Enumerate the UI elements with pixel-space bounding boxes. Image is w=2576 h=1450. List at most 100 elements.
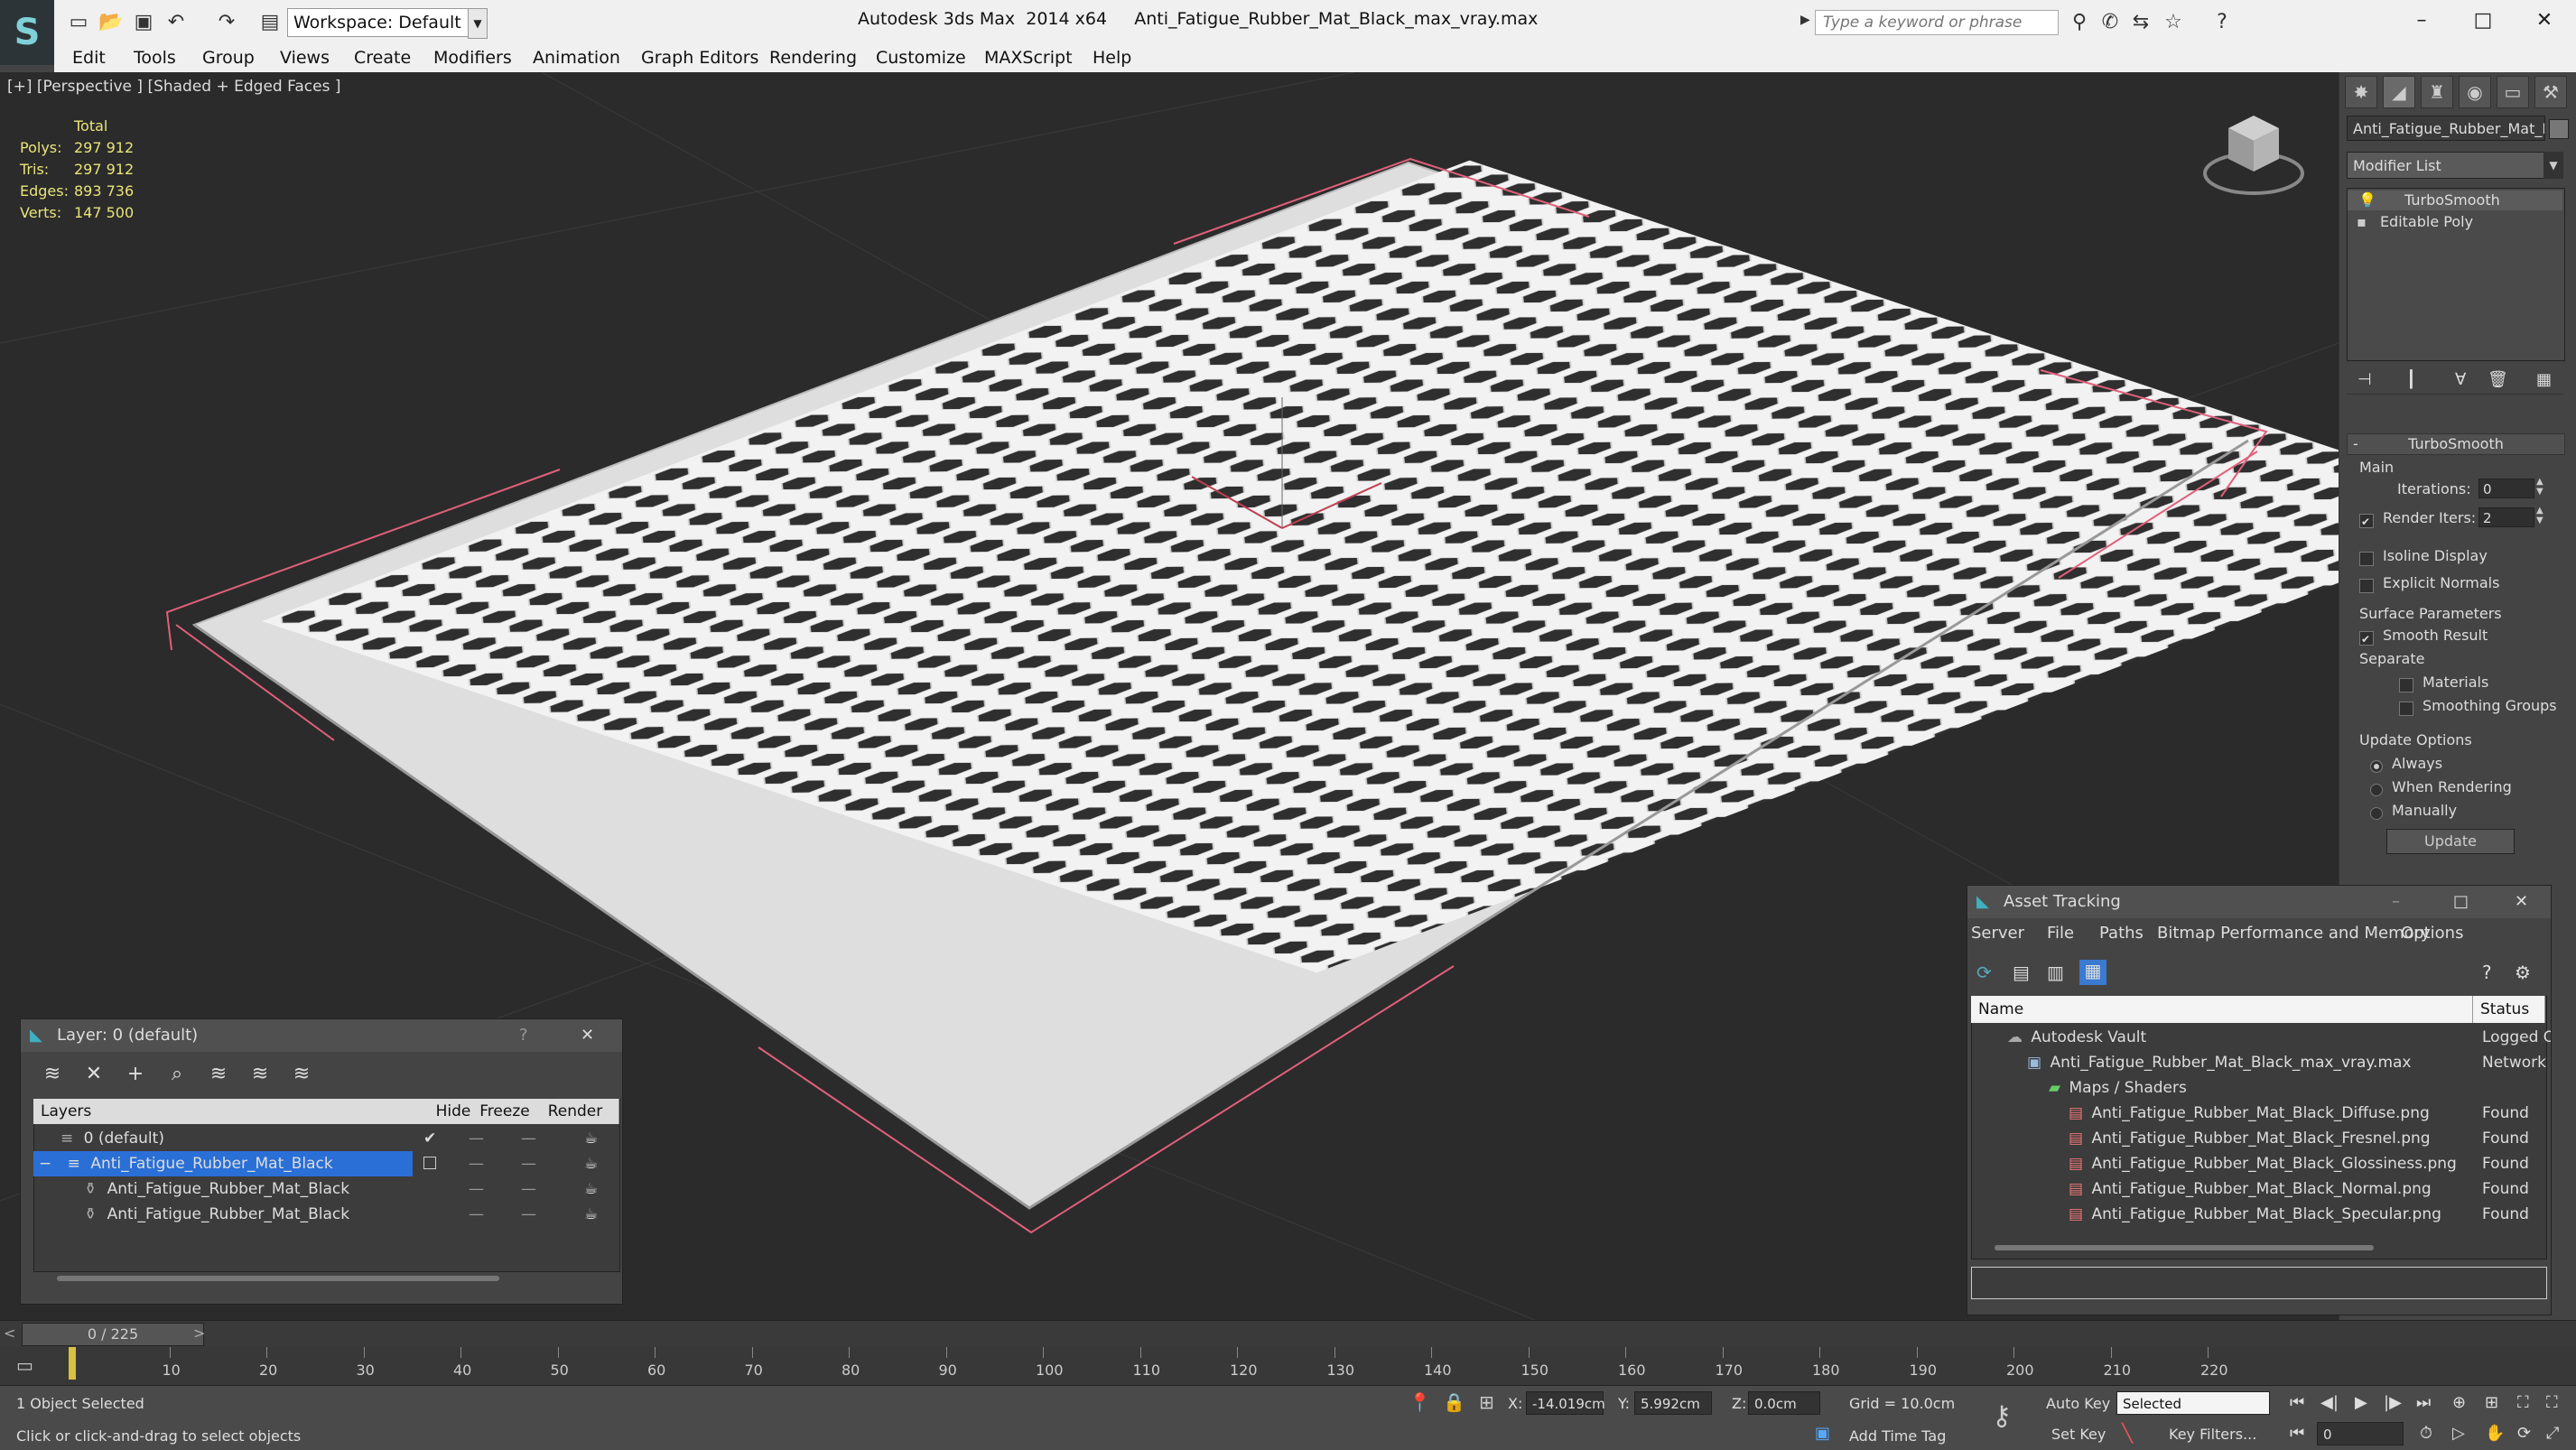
stack-item-editable-poly[interactable]: ▪ Editable Poly bbox=[2348, 212, 2562, 232]
y-coordinate-field[interactable]: 5.992cm bbox=[1634, 1391, 1712, 1415]
favorites-star-icon[interactable]: ☆ bbox=[2160, 9, 2187, 34]
set-key-button[interactable]: Set Key bbox=[2051, 1426, 2106, 1443]
minimize-icon[interactable]: – bbox=[2402, 5, 2441, 34]
binoculars-icon[interactable]: ⚲ bbox=[2066, 9, 2093, 34]
horizontal-scrollbar[interactable] bbox=[1995, 1245, 2374, 1250]
render-teapot-icon[interactable]: ☕ bbox=[584, 1176, 598, 1202]
freeze-toggle[interactable]: — bbox=[521, 1176, 536, 1202]
when-rendering-radio[interactable] bbox=[2370, 780, 2383, 797]
auto-key-button[interactable]: Auto Key bbox=[2046, 1395, 2110, 1412]
help-icon[interactable]: ? bbox=[2209, 9, 2236, 34]
freeze-column-header[interactable]: Freeze bbox=[478, 1099, 533, 1124]
key-mode-icon[interactable]: ⏮ bbox=[2290, 1424, 2304, 1443]
goto-start-icon[interactable]: ⏮ bbox=[2290, 1393, 2304, 1412]
asset-path-field[interactable] bbox=[1971, 1267, 2547, 1299]
prev-frame-icon[interactable]: ◀| bbox=[2320, 1393, 2339, 1412]
next-frame-icon[interactable]: |▶ bbox=[2384, 1393, 2402, 1412]
asset-menu-options[interactable]: Options bbox=[2401, 924, 2463, 943]
time-tag-icon[interactable]: ▣ bbox=[1815, 1424, 1830, 1443]
help-icon[interactable]: ? bbox=[2482, 962, 2492, 983]
layer-row[interactable]: − ≡ Anti_Fatigue_Rubber_Mat_Black — — ☕ bbox=[33, 1151, 618, 1176]
communication-icon[interactable]: ✆ bbox=[2097, 9, 2124, 34]
layer-row[interactable]: ≡ 0 (default) ✔ — — ☕ bbox=[33, 1126, 618, 1151]
menu-edit[interactable]: Edit bbox=[72, 43, 106, 72]
timeline-ruler[interactable]: ▭ 10 20 30 40 50 60 70 80 90 100 110 120 130 140 150 16… bbox=[0, 1347, 2576, 1385]
show-end-result-icon[interactable]: ┃ bbox=[2406, 370, 2416, 389]
key-filters-button[interactable]: Key Filters... bbox=[2169, 1426, 2256, 1443]
app-logo-icon[interactable]: S bbox=[0, 0, 54, 65]
smooth-result-checkbox[interactable] bbox=[2359, 628, 2374, 646]
project-folder-icon[interactable]: ▤ bbox=[256, 9, 284, 34]
always-radio[interactable] bbox=[2370, 757, 2383, 774]
minimize-icon[interactable]: – bbox=[2392, 886, 2400, 918]
render-teapot-icon[interactable]: ☕ bbox=[584, 1202, 598, 1227]
menu-maxscript[interactable]: MAXScript bbox=[984, 43, 1073, 72]
absolute-mode-icon[interactable]: ⊞ bbox=[1479, 1391, 1494, 1413]
asset-menu-file[interactable]: File bbox=[2047, 924, 2074, 943]
viewcube-icon[interactable] bbox=[2203, 116, 2304, 195]
turbosmooth-rollout-header[interactable]: - TurboSmooth bbox=[2347, 433, 2565, 455]
render-teapot-icon[interactable]: ☕ bbox=[584, 1126, 598, 1151]
menu-modifiers[interactable]: Modifiers bbox=[433, 43, 512, 72]
set-key-filter-icon[interactable]: ╲ bbox=[2122, 1422, 2133, 1444]
time-next-icon[interactable]: > bbox=[193, 1325, 205, 1342]
detail-view-icon[interactable]: ▥ bbox=[2047, 962, 2064, 983]
asset-row[interactable]: ▣ Anti_Fatigue_Rubber_Mat_Black_max_vray… bbox=[1971, 1050, 2546, 1075]
z-coordinate-field[interactable]: 0.0cm bbox=[1748, 1391, 1820, 1415]
asset-menu-paths[interactable]: Paths bbox=[2099, 924, 2144, 943]
layer-window-titlebar[interactable]: ◣ Layer: 0 (default) ? ✕ bbox=[21, 1019, 622, 1052]
asset-window-titlebar[interactable]: ◣ Asset Tracking – □ ✕ bbox=[1967, 886, 2551, 918]
maximize-icon[interactable]: □ bbox=[2463, 5, 2503, 34]
pin-stack-icon[interactable]: ⊣ bbox=[2357, 370, 2372, 389]
zoom-extents-all-icon[interactable]: ⛶ bbox=[2546, 1393, 2558, 1412]
render-iters-checkbox[interactable] bbox=[2359, 511, 2374, 528]
save-icon[interactable]: ▣ bbox=[130, 9, 157, 34]
pin-icon[interactable]: 📍 bbox=[1409, 1391, 1431, 1413]
stack-item-turbosmooth[interactable]: 💡 TurboSmooth bbox=[2348, 191, 2562, 210]
asset-row[interactable]: ▤ Anti_Fatigue_Rubber_Mat_Black_Normal.p… bbox=[1971, 1176, 2545, 1202]
asset-row[interactable]: ☁ Autodesk Vault Logged O bbox=[1971, 1025, 2551, 1050]
help-icon[interactable]: ? bbox=[519, 1019, 528, 1052]
motion-tab-icon[interactable]: ◉ bbox=[2459, 76, 2491, 108]
time-prev-icon[interactable]: < bbox=[4, 1325, 15, 1342]
create-tab-icon[interactable]: ✸ bbox=[2345, 76, 2377, 108]
hierarchy-tab-icon[interactable]: ♜ bbox=[2421, 76, 2453, 108]
lock-selection-icon[interactable]: 🔒 bbox=[1443, 1391, 1465, 1413]
field-of-view-icon[interactable]: ▷ bbox=[2452, 1424, 2465, 1443]
render-column-header[interactable]: Render bbox=[532, 1099, 619, 1124]
workspace-dropdown[interactable]: Workspace: Default bbox=[287, 8, 475, 37]
spinner-arrows-icon[interactable]: ▲ ▼ bbox=[2536, 506, 2543, 525]
workspace-dropdown-arrow-icon[interactable]: ▼ bbox=[468, 8, 488, 39]
hide-toggle[interactable]: — bbox=[469, 1126, 484, 1151]
pan-hand-icon[interactable]: ✋ bbox=[2485, 1424, 2505, 1443]
freeze-toggle[interactable]: — bbox=[521, 1202, 536, 1227]
close-icon[interactable]: ✕ bbox=[2515, 886, 2528, 918]
orbit-icon[interactable]: ⟳ bbox=[2517, 1424, 2531, 1443]
asset-row[interactable]: ▤ Anti_Fatigue_Rubber_Mat_Black_Diffuse.… bbox=[1971, 1101, 2545, 1126]
modifier-list-arrow-icon[interactable]: ▼ bbox=[2543, 152, 2563, 179]
asset-row[interactable]: ▰ Maps / Shaders bbox=[1971, 1075, 2545, 1101]
menu-views[interactable]: Views bbox=[280, 43, 330, 72]
maximize-icon[interactable]: □ bbox=[2453, 886, 2469, 918]
name-column-header[interactable]: Name bbox=[1971, 996, 2473, 1023]
render-iters-spinner[interactable]: 2 bbox=[2478, 507, 2534, 527]
menu-graph-editors[interactable]: Graph Editors bbox=[641, 43, 758, 72]
freeze-toggle[interactable]: — bbox=[521, 1126, 536, 1151]
key-icon[interactable]: ⚷ bbox=[1992, 1400, 2012, 1432]
close-icon[interactable]: ✕ bbox=[581, 1019, 594, 1052]
highlight-layer-icon[interactable]: ≋ bbox=[203, 1061, 234, 1086]
close-icon[interactable]: ✕ bbox=[2525, 5, 2564, 34]
asset-row[interactable]: ▤ Anti_Fatigue_Rubber_Mat_Black_Specular… bbox=[1971, 1202, 2545, 1227]
menu-rendering[interactable]: Rendering bbox=[769, 43, 857, 72]
display-tab-icon[interactable]: ▭ bbox=[2497, 76, 2529, 108]
layer-row[interactable]: ⚱ Anti_Fatigue_Rubber_Mat_Black — — ☕ bbox=[33, 1202, 618, 1227]
new-layer-icon[interactable]: ≋ bbox=[37, 1061, 68, 1086]
explicit-normals-checkbox[interactable] bbox=[2359, 576, 2374, 593]
zoom-extents-icon[interactable]: ⛶ bbox=[2517, 1393, 2529, 1412]
time-config-icon[interactable]: ⏱ bbox=[2420, 1424, 2432, 1443]
expand-plus-icon[interactable]: ▪ bbox=[2357, 213, 2367, 230]
menu-customize[interactable]: Customize bbox=[876, 43, 966, 72]
current-layer-check-icon[interactable]: ✔ bbox=[423, 1126, 436, 1151]
menu-animation[interactable]: Animation bbox=[533, 43, 620, 72]
hide-all-icon[interactable]: ≋ bbox=[245, 1061, 275, 1086]
